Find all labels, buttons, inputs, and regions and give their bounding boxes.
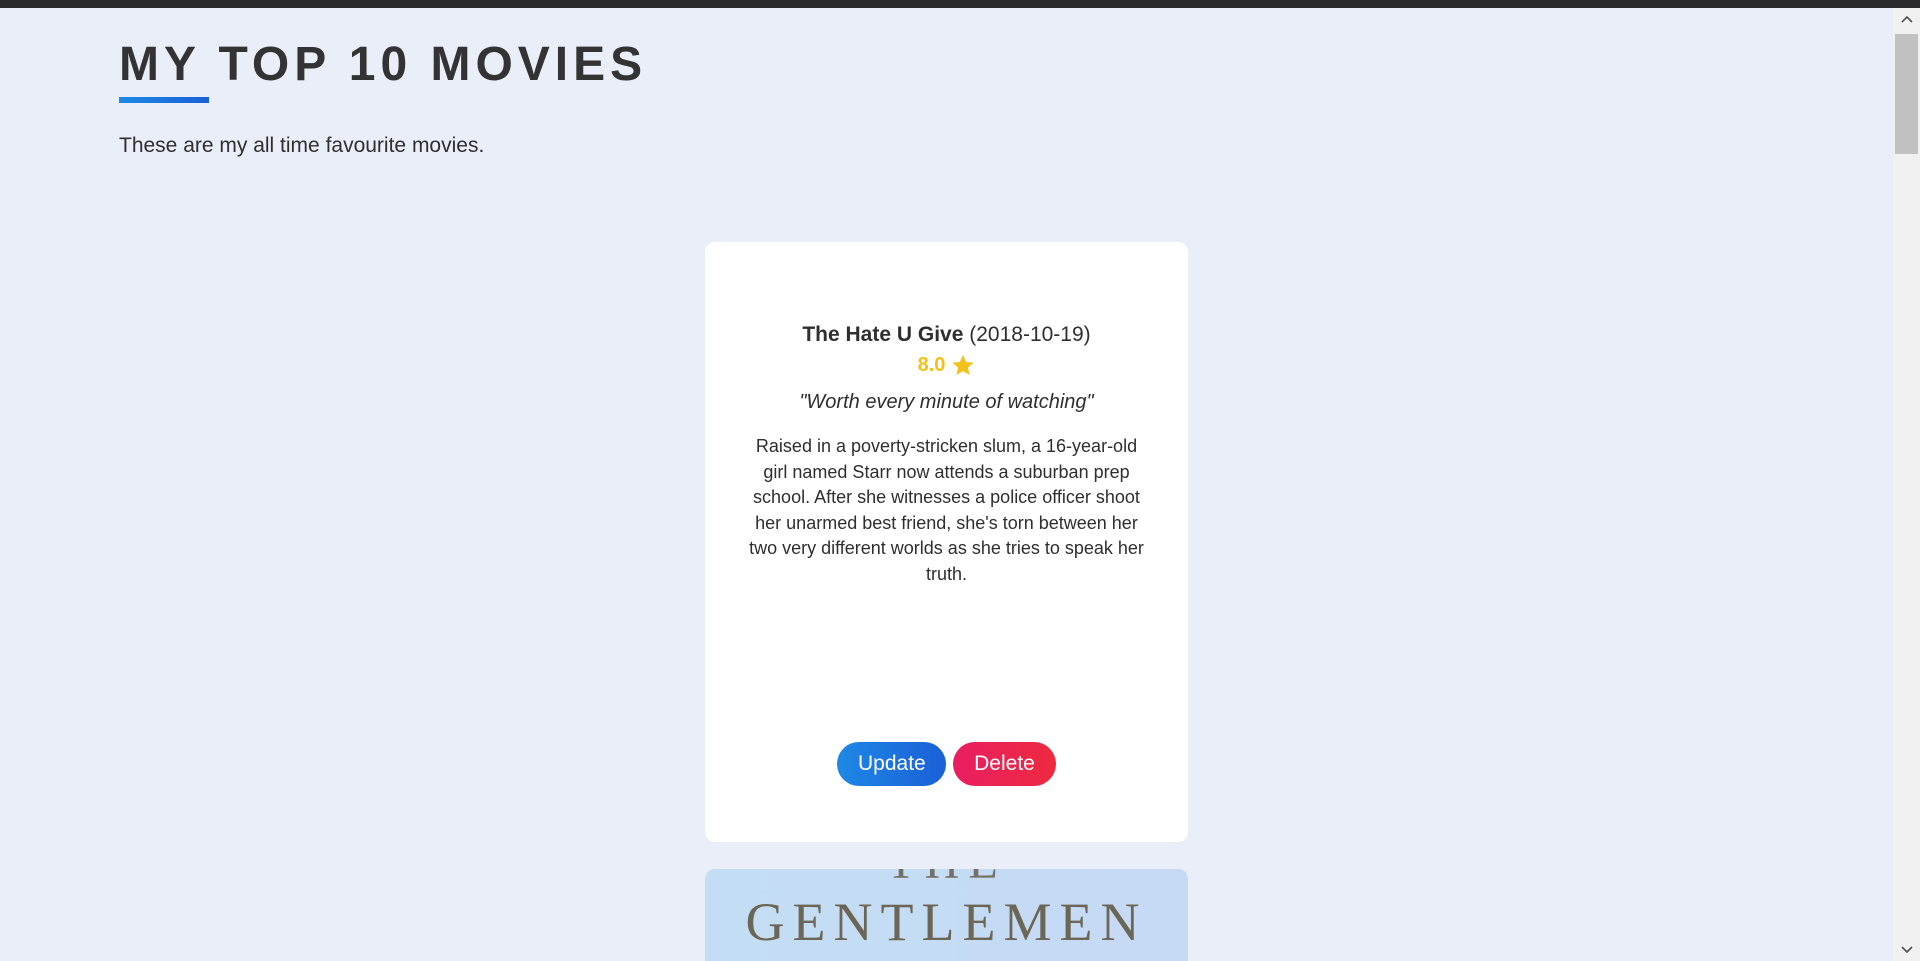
- poster-title-text: GENTLEMEN: [745, 892, 1148, 952]
- movie-heading: The Hate U Give (2018-10-19): [705, 323, 1188, 347]
- movie-title: The Hate U Give: [802, 323, 964, 346]
- scrollbar-thumb[interactable]: [1895, 34, 1918, 154]
- poster-partial-text: THE: [705, 869, 1188, 890]
- rating-value: 8.0: [917, 354, 946, 376]
- browser-top-bar: [0, 0, 1920, 8]
- chevron-up-icon[interactable]: [1893, 8, 1920, 30]
- movie-card: The Hate U Give (2018-10-19) 8.0 "Worth …: [705, 242, 1188, 842]
- update-button[interactable]: Update: [837, 742, 946, 786]
- star-icon: [951, 354, 975, 377]
- page-subtitle: These are my all time favourite movies.: [119, 134, 485, 157]
- next-movie-card[interactable]: THE GENTLEMEN: [705, 869, 1188, 961]
- title-underline: [119, 97, 209, 103]
- movie-release-date: (2018-10-19): [969, 323, 1091, 346]
- vertical-scrollbar[interactable]: [1893, 8, 1920, 961]
- delete-button[interactable]: Delete: [953, 742, 1056, 786]
- page-title: MY TOP 10 MOVIES: [119, 38, 648, 91]
- chevron-down-icon[interactable]: [1893, 939, 1920, 961]
- page-viewport: MY TOP 10 MOVIES These are my all time f…: [0, 8, 1893, 961]
- movie-review: "Worth every minute of watching": [799, 391, 1094, 413]
- card-actions: Update Delete: [705, 742, 1188, 786]
- movie-rating: 8.0: [705, 354, 1188, 377]
- movie-description: Raised in a poverty-stricken slum, a 16-…: [749, 436, 1144, 584]
